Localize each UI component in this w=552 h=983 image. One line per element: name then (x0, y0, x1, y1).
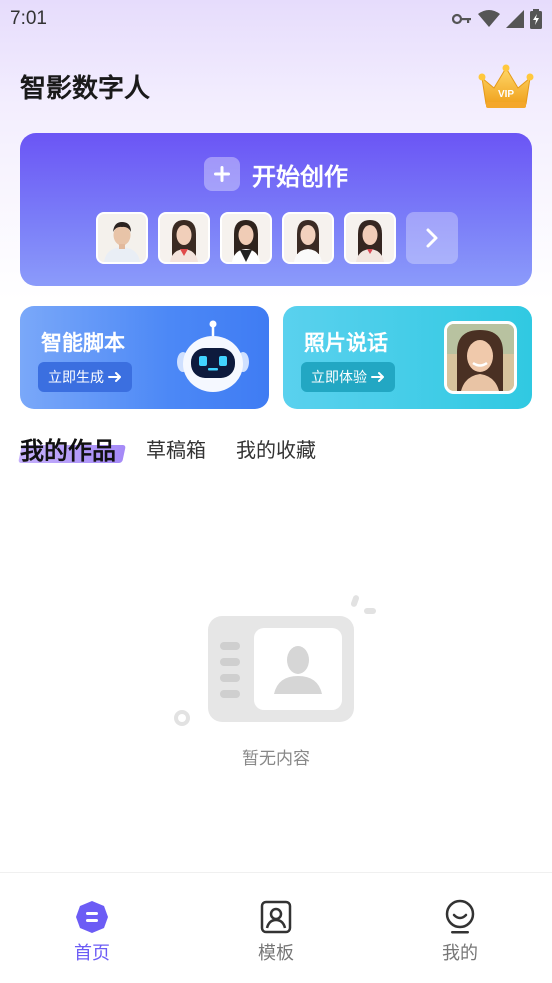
nav-home[interactable]: 首页 (32, 899, 152, 965)
tab-my-works[interactable]: 我的作品 (18, 431, 126, 466)
signal-icon (506, 10, 524, 28)
smart-script-card[interactable]: 智能脚本 立即生成 (20, 306, 269, 409)
nav-home-label: 首页 (74, 943, 110, 964)
vip-crown-icon[interactable]: VIP (478, 64, 534, 110)
template-icon (216, 899, 336, 935)
avatar-row (96, 212, 458, 264)
more-avatars-button[interactable] (406, 212, 458, 264)
tab-my-works-label: 我的作品 (20, 436, 116, 465)
empty-state-text: 暂无内容 (242, 749, 310, 769)
photo-talk-card[interactable]: 照片说话 立即体验 (283, 306, 532, 409)
status-time: 7:01 (10, 8, 47, 29)
start-creation-label: 开始创作 (252, 162, 348, 191)
bottom-nav: 首页 模板 我的 (0, 872, 552, 983)
nav-profile-label: 我的 (442, 943, 478, 964)
generate-now-button[interactable]: 立即生成 (38, 362, 132, 392)
arrow-right-icon (108, 372, 121, 382)
status-icons (452, 9, 542, 29)
nav-profile[interactable]: 我的 (400, 899, 520, 965)
portrait-photo (444, 321, 517, 394)
status-bar: 7:01 (0, 0, 552, 38)
battery-charging-icon (530, 9, 542, 29)
profile-icon (400, 899, 520, 935)
tab-favorites[interactable]: 我的收藏 (236, 434, 316, 463)
tab-favorites-label: 我的收藏 (236, 437, 316, 462)
nav-templates-label: 模板 (258, 943, 294, 964)
female-avatar-4[interactable] (344, 212, 396, 264)
robot-icon (175, 320, 251, 404)
vpn-key-icon (452, 12, 472, 26)
vip-label: VIP (498, 89, 514, 100)
female-avatar-2[interactable] (220, 212, 272, 264)
male-avatar[interactable] (96, 212, 148, 264)
smart-script-title: 智能脚本 (41, 331, 125, 355)
works-tabs: 我的作品 草稿箱 我的收藏 (18, 428, 346, 468)
generate-now-label: 立即生成 (48, 370, 104, 386)
arrow-right-icon (371, 372, 384, 382)
home-icon (32, 899, 152, 935)
try-now-button[interactable]: 立即体验 (301, 362, 395, 392)
empty-state-icon (168, 590, 384, 744)
chevron-right-icon (426, 228, 438, 248)
try-now-label: 立即体验 (311, 370, 367, 386)
female-avatar-1[interactable] (158, 212, 210, 264)
tab-drafts[interactable]: 草稿箱 (146, 434, 206, 463)
start-creation-header[interactable]: 开始创作 (20, 156, 532, 192)
plus-icon (204, 157, 240, 191)
start-creation-card[interactable]: 开始创作 (20, 133, 532, 286)
photo-talk-title: 照片说话 (304, 331, 388, 355)
wifi-icon (478, 10, 500, 28)
female-avatar-3[interactable] (282, 212, 334, 264)
tab-drafts-label: 草稿箱 (146, 437, 206, 462)
app-title: 智影数字人 (20, 74, 151, 104)
nav-templates[interactable]: 模板 (216, 899, 336, 965)
